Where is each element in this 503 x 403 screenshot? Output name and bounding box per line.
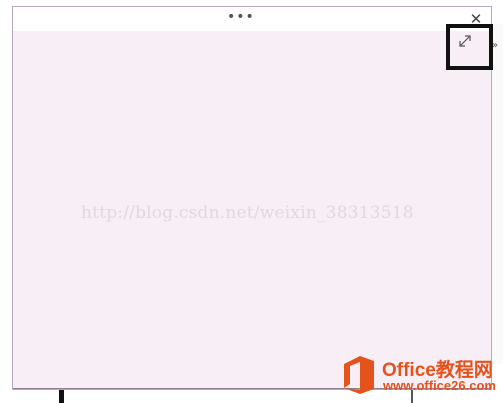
expand-button-highlight bbox=[446, 24, 493, 70]
popup-window: ••• ✕ http://blog.csdn.net/weixin_383135… bbox=[12, 6, 492, 390]
logo-url: www.office26.com bbox=[383, 378, 496, 393]
office26-logo: Office教程网 www.office26.com bbox=[338, 354, 500, 400]
background-document-strip bbox=[492, 24, 503, 364]
background-document-edge-left bbox=[59, 388, 64, 403]
watermark-text: http://blog.csdn.net/weixin_38313518 bbox=[81, 203, 414, 223]
window-titlebar[interactable]: ••• ✕ bbox=[13, 7, 491, 31]
more-options-icon[interactable]: ••• bbox=[227, 9, 255, 25]
window-content: http://blog.csdn.net/weixin_38313518 bbox=[13, 31, 491, 389]
office-logo-icon bbox=[344, 356, 374, 394]
